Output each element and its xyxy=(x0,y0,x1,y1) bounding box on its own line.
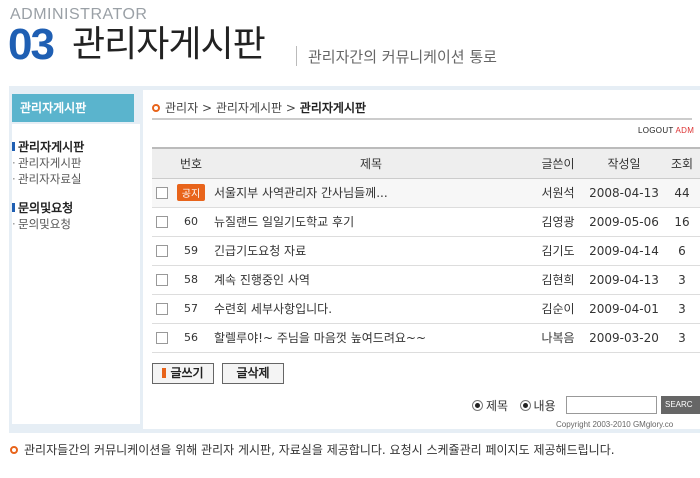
row-date: 2009-05-06 xyxy=(584,207,664,237)
row-date: 2009-04-14 xyxy=(584,236,664,266)
write-button-label: 글쓰기 xyxy=(170,366,204,380)
radio-content[interactable] xyxy=(519,400,531,411)
sidebar-item-inquiry[interactable]: 문의및요청 xyxy=(12,216,140,232)
table-header-row: 번호 제목 글쓴이 작성일 조회 xyxy=(152,147,700,179)
table-row-notice: 공지 서울지부 사역관리자 간사님들께... 서원석 2008-04-13 44 xyxy=(152,178,700,208)
section-number: 03 xyxy=(8,20,55,69)
pencil-icon xyxy=(162,368,167,378)
table-row: 60 뉴질랜드 일일기도학교 후기 김영광 2009-05-06 16 xyxy=(152,207,700,237)
table-row: 57 수련회 세부사항입니다. 김순이 2009-04-01 3 xyxy=(152,294,700,324)
row-date: 2009-04-01 xyxy=(584,294,664,324)
row-views: 16 xyxy=(664,207,700,237)
row-date: 2008-04-13 xyxy=(584,178,664,208)
row-subject-link[interactable]: 계속 진행중인 사역 xyxy=(210,265,532,295)
row-checkbox[interactable] xyxy=(156,332,168,344)
row-subject-link[interactable]: 할렐루야!~ 주님을 마음껏 높여드려요~~ xyxy=(210,323,532,353)
row-number: 58 xyxy=(172,265,210,295)
radio-content-label: 내용 xyxy=(533,399,556,413)
copyright: Copyright 2003-2010 GMglory.co xyxy=(556,420,674,429)
row-checkbox[interactable] xyxy=(156,274,168,286)
bullet-icon xyxy=(152,104,160,112)
row-number: 59 xyxy=(172,236,210,266)
breadcrumb-section[interactable]: 관리자게시판 xyxy=(216,101,282,115)
row-checkbox[interactable] xyxy=(156,216,168,228)
col-date: 작성일 xyxy=(584,147,664,179)
row-subject-link[interactable]: 서울지부 사역관리자 간사님들께... xyxy=(210,178,532,208)
radio-subject-label: 제목 xyxy=(486,399,509,413)
delete-button[interactable]: 글삭제 xyxy=(222,363,284,384)
row-date: 2009-04-13 xyxy=(584,265,664,295)
row-author: 김기도 xyxy=(532,236,584,266)
col-views: 조회 xyxy=(664,147,700,179)
table-row: 59 긴급기도요청 자료 김기도 2009-04-14 6 xyxy=(152,236,700,266)
footnote: 관리자들간의 커뮤니케이션을 위해 관리자 게시판, 자료실을 제공합니다. 요… xyxy=(10,441,615,458)
bullet-icon xyxy=(10,446,18,454)
row-author: 김순이 xyxy=(532,294,584,324)
board-table: 번호 제목 글쓴이 작성일 조회 공지 서울지부 사역관리자 간사님들께... … xyxy=(152,147,700,353)
footnote-text: 관리자들간의 커뮤니케이션을 위해 관리자 게시판, 자료실을 제공합니다. 요… xyxy=(24,443,615,457)
row-number: 57 xyxy=(172,294,210,324)
notice-badge: 공지 xyxy=(176,184,206,201)
sidebar-item-archive[interactable]: 관리자자료실 xyxy=(12,171,140,187)
page-subtitle: 관리자간의 커뮤니케이션 통로 xyxy=(308,48,497,66)
search-input[interactable] xyxy=(566,396,657,414)
row-views: 3 xyxy=(664,294,700,324)
table-row: 56 할렐루야!~ 주님을 마음껏 높여드려요~~ 나복음 2009-03-20… xyxy=(152,323,700,353)
row-subject-link[interactable]: 긴급기도요청 자료 xyxy=(210,236,532,266)
sidebar-heading: 관리자게시판 xyxy=(12,94,134,122)
row-author: 나복음 xyxy=(532,323,584,353)
table-row: 58 계속 진행중인 사역 김현희 2009-04-13 3 xyxy=(152,265,700,295)
row-checkbox[interactable] xyxy=(156,187,168,199)
row-number: 60 xyxy=(172,207,210,237)
row-date: 2009-03-20 xyxy=(584,323,664,353)
sidebar-group-board[interactable]: 관리자게시판 xyxy=(12,138,140,155)
row-checkbox[interactable] xyxy=(156,245,168,257)
row-views: 6 xyxy=(664,236,700,266)
breadcrumb-separator: > xyxy=(285,101,300,115)
logout-link[interactable]: LOGOUT ADM xyxy=(638,126,694,135)
row-checkbox[interactable] xyxy=(156,303,168,315)
breadcrumb-home[interactable]: 관리자 xyxy=(165,101,198,115)
header-divider xyxy=(296,46,297,66)
col-author: 글쓴이 xyxy=(532,147,584,179)
col-check xyxy=(152,147,172,179)
row-subject-link[interactable]: 수련회 세부사항입니다. xyxy=(210,294,532,324)
row-views: 44 xyxy=(664,178,700,208)
row-number: 56 xyxy=(172,323,210,353)
sidebar: 관리자게시판 관리자게시판 관리자자료실 문의및요청 문의및요청 xyxy=(12,124,140,424)
row-author: 김현희 xyxy=(532,265,584,295)
sidebar-item-board[interactable]: 관리자게시판 xyxy=(12,155,140,171)
col-subject: 제목 xyxy=(210,147,532,179)
row-views: 3 xyxy=(664,323,700,353)
sidebar-group-inquiry[interactable]: 문의및요청 xyxy=(12,199,140,216)
row-views: 3 xyxy=(664,265,700,295)
radio-subject[interactable] xyxy=(472,400,483,411)
breadcrumb: 관리자 > 관리자게시판 > 관리자게시판 xyxy=(152,99,366,116)
breadcrumb-current: 관리자게시판 xyxy=(299,101,367,115)
row-author: 김영광 xyxy=(532,207,584,237)
admin-label: ADM xyxy=(675,126,695,135)
logout-label: LOGOUT xyxy=(638,126,674,135)
search-options: 제목 내용 xyxy=(472,397,556,414)
breadcrumb-divider xyxy=(152,118,692,120)
col-number: 번호 xyxy=(172,147,210,179)
row-author: 서원석 xyxy=(532,178,584,208)
breadcrumb-separator: > xyxy=(201,101,216,115)
write-button[interactable]: 글쓰기 xyxy=(152,363,214,384)
row-subject-link[interactable]: 뉴질랜드 일일기도학교 후기 xyxy=(210,207,532,237)
page-title: 관리자게시판 xyxy=(72,24,266,65)
search-button[interactable]: SEARC xyxy=(661,396,700,414)
